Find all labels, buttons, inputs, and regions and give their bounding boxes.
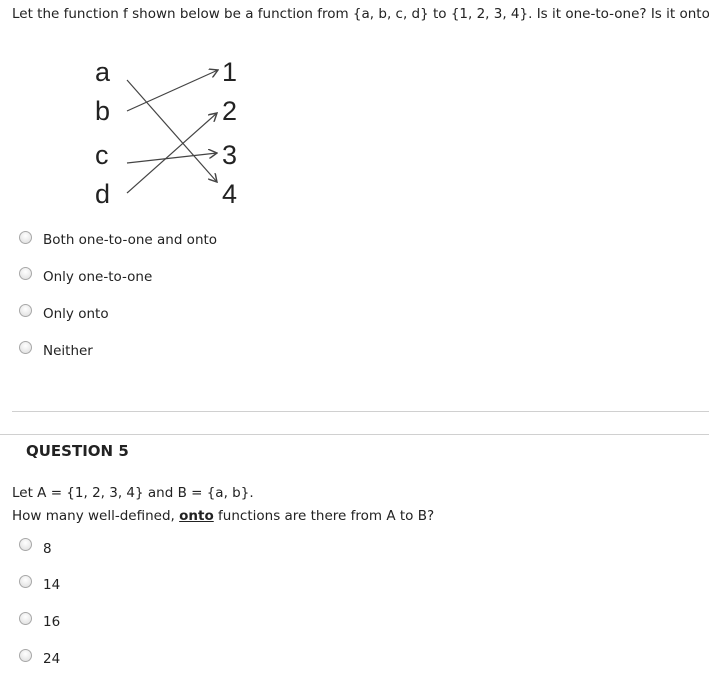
codomain-2: 2 [222, 96, 237, 126]
domain-d: d [95, 179, 110, 209]
question-5-line1: Let A = {1, 2, 3, 4} and B = {a, b}. [12, 485, 254, 501]
onto-emphasis: onto [179, 508, 214, 524]
domain-c: c [95, 140, 109, 170]
divider [12, 411, 709, 412]
option-label: 16 [43, 614, 61, 630]
option-label: 24 [43, 651, 61, 667]
arrow-d-to-2 [126, 113, 217, 194]
radio-both[interactable] [19, 231, 32, 244]
codomain-3: 3 [222, 140, 237, 170]
option-label: 8 [43, 541, 52, 557]
arrow-a-to-4 [126, 79, 217, 182]
option-label: Only one-to-one [43, 269, 153, 285]
divider [0, 434, 709, 435]
radio-only-one-to-one[interactable] [19, 267, 32, 280]
question-5-line2: How many well-defined, onto functions ar… [12, 508, 435, 524]
option-label: Neither [43, 343, 93, 359]
domain-a: a [95, 57, 111, 87]
radio-24[interactable] [19, 649, 32, 662]
codomain-1: 1 [222, 57, 237, 87]
function-mapping-diagram: a b c d 1 2 3 4 [95, 57, 237, 209]
question-5-title: QUESTION 5 [26, 442, 129, 460]
arrow-b-to-1 [126, 70, 218, 112]
option-label: Only onto [43, 306, 109, 322]
codomain-4: 4 [222, 179, 237, 209]
option-label: Both one-to-one and onto [43, 232, 218, 248]
radio-16[interactable] [19, 612, 32, 625]
option-label: 14 [43, 577, 61, 593]
radio-neither[interactable] [19, 341, 32, 354]
arrow-c-to-3 [126, 153, 217, 164]
radio-8[interactable] [19, 538, 32, 551]
radio-14[interactable] [19, 575, 32, 588]
domain-b: b [95, 96, 110, 126]
radio-only-onto[interactable] [19, 304, 32, 317]
